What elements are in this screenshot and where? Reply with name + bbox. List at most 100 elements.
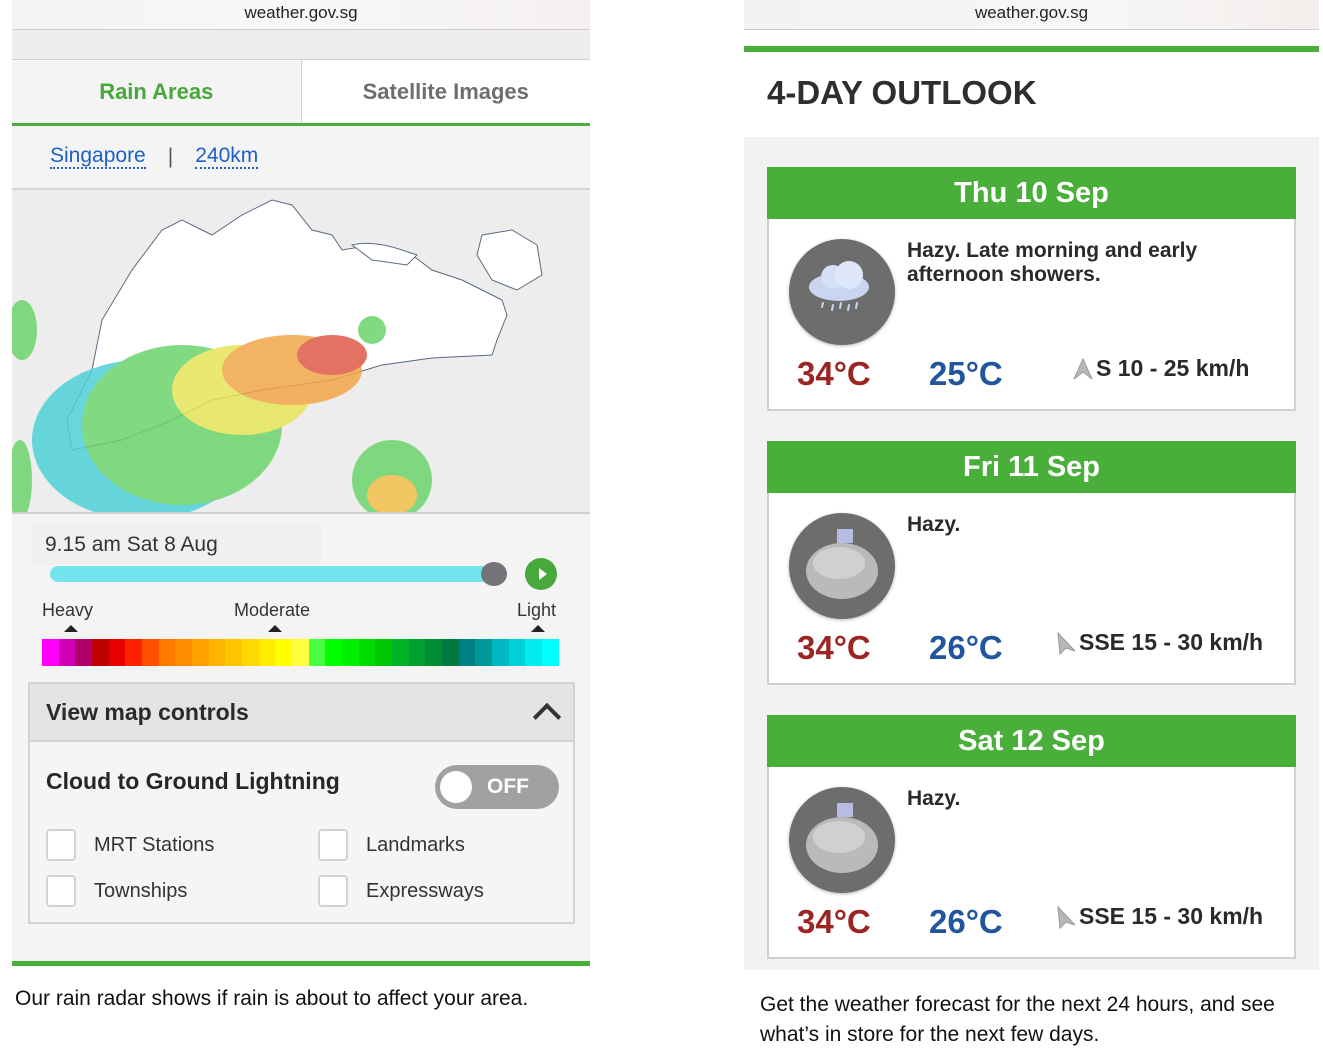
map-scope-links: Singapore | 240km bbox=[12, 126, 590, 190]
checkbox-box[interactable] bbox=[318, 875, 348, 907]
checkbox-townships[interactable]: Townships bbox=[46, 875, 187, 907]
time-slider-thumb[interactable] bbox=[481, 562, 507, 586]
scale-swatch bbox=[192, 639, 209, 666]
scale-swatch bbox=[325, 639, 343, 666]
map-controls-title: View map controls bbox=[46, 698, 249, 725]
forecast-description: Hazy. bbox=[907, 513, 961, 536]
haze-icon bbox=[789, 787, 895, 893]
checkbox-box[interactable] bbox=[318, 829, 348, 861]
scale-swatch bbox=[392, 639, 409, 666]
scale-swatch bbox=[58, 639, 76, 666]
lightning-label: Cloud to Ground Lightning bbox=[46, 768, 340, 794]
scale-swatch bbox=[358, 639, 376, 666]
legend-heavy-label: Heavy bbox=[42, 600, 94, 620]
day-date: Sat 12 Sep bbox=[767, 715, 1296, 767]
url-text: weather.gov.sg bbox=[974, 3, 1089, 22]
temp-high: 34°C bbox=[797, 629, 871, 666]
pulau-tekong-shape bbox=[476, 229, 543, 291]
checkbox-box[interactable] bbox=[46, 875, 76, 907]
moderate-marker-icon bbox=[268, 625, 282, 632]
day-card: Sat 12 Sep Hazy. 34°C 26°C SSE 15 - 30 k… bbox=[767, 715, 1296, 959]
map-controls-header[interactable]: View map controls bbox=[30, 684, 573, 742]
right-caption: Get the weather forecast for the next 24… bbox=[760, 993, 1275, 1046]
240km-link[interactable]: 240km bbox=[195, 145, 259, 169]
play-button[interactable] bbox=[525, 558, 557, 590]
radar-map-graphic bbox=[12, 199, 543, 512]
forecast-description: Hazy. bbox=[907, 787, 961, 810]
wind-direction-s-icon bbox=[1073, 357, 1093, 379]
tab-rain-areas[interactable]: Rain Areas bbox=[12, 60, 302, 123]
scale-swatch bbox=[375, 639, 393, 666]
scale-swatch bbox=[542, 639, 559, 666]
outlook-screen: weather.gov.sg 4-DAY OUTLOOK Thu 10 Sep … bbox=[744, 0, 1319, 970]
scale-swatch bbox=[125, 639, 143, 666]
outlook-list: Thu 10 Sep Hazy. Late morning and early … bbox=[744, 137, 1319, 970]
scale-swatch bbox=[142, 639, 159, 666]
scale-swatch bbox=[342, 639, 359, 666]
checkbox-expressways[interactable]: Expressways bbox=[318, 875, 484, 907]
wind-text: SSE 15 - 30 km/h bbox=[1079, 629, 1264, 655]
checkbox-landmarks[interactable]: Landmarks bbox=[318, 829, 465, 861]
scale-swatch bbox=[242, 639, 259, 666]
rain-areas-screen: weather.gov.sg Rain Areas Satellite Imag… bbox=[12, 0, 590, 966]
toggle-state: OFF bbox=[487, 775, 529, 798]
scale-swatch bbox=[92, 639, 109, 666]
day-card: Fri 11 Sep Hazy. 34°C 26°C SSE 15 - 30 k… bbox=[767, 441, 1296, 685]
scale-swatch bbox=[458, 639, 476, 666]
legend-light-label: Light bbox=[517, 600, 557, 620]
day-date: Thu 10 Sep bbox=[767, 167, 1296, 219]
temp-low: 25°C bbox=[929, 355, 1003, 392]
time-slider-track[interactable] bbox=[50, 566, 506, 582]
left-caption: Our rain radar shows if rain is about to… bbox=[15, 987, 529, 1010]
singapore-link[interactable]: Singapore bbox=[50, 145, 146, 169]
scale-swatch bbox=[42, 639, 59, 666]
wind-text: SSE 15 - 30 km/h bbox=[1079, 903, 1264, 929]
wind-info: SSE 15 - 30 km/h bbox=[1055, 629, 1263, 656]
scale-swatch bbox=[225, 639, 243, 666]
scale-swatch bbox=[408, 639, 426, 666]
link-separator: | bbox=[167, 145, 174, 168]
checkbox-label: Townships bbox=[94, 879, 188, 902]
wind-direction-sse-icon bbox=[1057, 905, 1076, 929]
checkbox-mrt-stations[interactable]: MRT Stations bbox=[46, 829, 214, 861]
wind-info: S 10 - 25 km/h bbox=[1072, 355, 1249, 382]
radar-timestamp: 9.15 am Sat 8 Aug bbox=[32, 524, 322, 564]
lightning-toggle[interactable]: OFF bbox=[435, 765, 559, 809]
tab-bar: Rain Areas Satellite Images bbox=[12, 60, 590, 126]
scale-swatch bbox=[108, 639, 126, 666]
checkbox-label: Landmarks bbox=[366, 833, 465, 856]
scale-swatch bbox=[158, 639, 176, 666]
scale-swatch bbox=[525, 639, 543, 666]
rain-radar-map[interactable] bbox=[12, 190, 590, 514]
scale-swatch bbox=[475, 639, 493, 666]
checkbox-label: Expressways bbox=[366, 879, 484, 902]
scale-swatch bbox=[508, 639, 526, 666]
scale-swatch bbox=[275, 639, 293, 666]
scale-swatch bbox=[258, 639, 276, 666]
haze-icon bbox=[789, 513, 895, 619]
page-title: 4-DAY OUTLOOK bbox=[767, 74, 1037, 111]
scale-swatch bbox=[175, 639, 193, 666]
light-marker-icon bbox=[531, 625, 545, 632]
legend-moderate-label: Moderate bbox=[234, 600, 311, 620]
toggle-knob bbox=[440, 771, 472, 803]
chevron-up-icon[interactable] bbox=[532, 702, 562, 732]
url-bar[interactable]: weather.gov.sg bbox=[12, 0, 590, 30]
tab-satellite-images[interactable]: Satellite Images bbox=[301, 60, 590, 123]
forecast-description: Hazy. Late morning and early afternoon s… bbox=[907, 239, 1198, 286]
temp-low: 26°C bbox=[929, 629, 1003, 666]
checkbox-label: MRT Stations bbox=[94, 833, 215, 856]
day-date: Fri 11 Sep bbox=[767, 441, 1296, 493]
url-text: weather.gov.sg bbox=[244, 3, 358, 22]
wind-direction-sse-icon bbox=[1057, 631, 1076, 655]
bottom-divider bbox=[12, 961, 590, 966]
checkbox-box[interactable] bbox=[46, 829, 76, 861]
browser-toolbar bbox=[12, 30, 590, 60]
rain-cloud-icon bbox=[789, 239, 895, 345]
play-icon bbox=[538, 568, 547, 580]
radar-controls: 9.15 am Sat 8 Aug Heavy Moderate Light V… bbox=[12, 514, 590, 962]
temp-high: 34°C bbox=[797, 355, 871, 392]
url-bar[interactable]: weather.gov.sg bbox=[744, 0, 1319, 30]
scale-swatch bbox=[75, 639, 93, 666]
intensity-color-scale bbox=[42, 639, 559, 666]
